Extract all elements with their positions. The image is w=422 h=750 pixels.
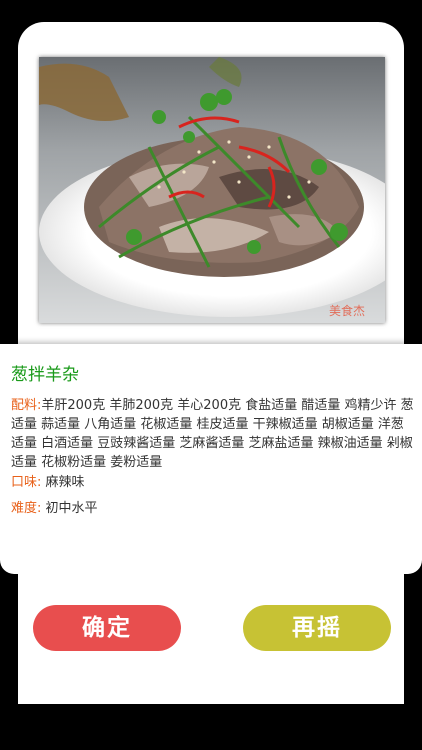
taste-label: 口味: — [11, 475, 42, 490]
dish-photo: 美食杰 — [39, 57, 385, 323]
ingredients-row: 配料:羊肝200克 羊肺200克 羊心200克 食盐适量 醋适量 鸡精少许 葱适… — [11, 396, 414, 472]
difficulty-row: 难度: 初中水平 — [11, 499, 414, 518]
dish-photo-illustration: 美食杰 — [39, 57, 385, 323]
difficulty-value: 初中水平 — [45, 501, 98, 516]
difficulty-label: 难度: — [11, 501, 42, 516]
taste-row: 口味: 麻辣味 — [11, 473, 414, 492]
confirm-button[interactable]: 确定 — [33, 605, 181, 651]
recipe-info-panel: 葱拌羊杂 配料:羊肝200克 羊肺200克 羊心200克 食盐适量 醋适量 鸡精… — [0, 344, 422, 574]
reshake-button[interactable]: 再摇 — [243, 605, 391, 651]
ingredients-label: 配料: — [11, 398, 42, 413]
photo-watermark: 美食杰 — [329, 303, 365, 318]
taste-value: 麻辣味 — [45, 475, 85, 490]
ingredients-text: 羊肝200克 羊肺200克 羊心200克 食盐适量 醋适量 鸡精少许 葱适量 蒜… — [11, 398, 414, 470]
dish-title: 葱拌羊杂 — [11, 365, 79, 385]
